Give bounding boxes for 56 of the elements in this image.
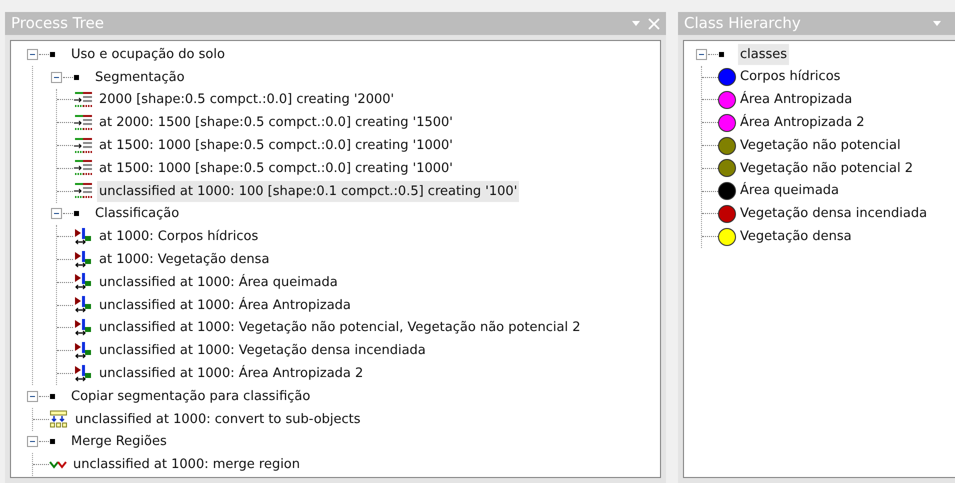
tree-item[interactable]: unclassified at 1000: Área Antropizada bbox=[97, 294, 353, 316]
class-label[interactable]: Vegetação não potencial bbox=[740, 136, 901, 156]
segmentation-icon bbox=[73, 138, 93, 154]
classification-icon bbox=[73, 228, 93, 246]
collapse-toggle[interactable] bbox=[27, 390, 38, 402]
segmentation-icon bbox=[73, 160, 93, 176]
class-label[interactable]: Vegetação não potencial 2 bbox=[740, 158, 913, 178]
collapse-toggle[interactable] bbox=[51, 208, 62, 220]
panel-title: Class Hierarchy bbox=[684, 13, 801, 34]
classification-icon bbox=[73, 318, 93, 337]
tree-item[interactable]: unclassified at 1000: merge region bbox=[71, 454, 302, 476]
tree-item[interactable]: classes bbox=[738, 44, 790, 65]
tree-item[interactable]: unclassified at 1000: convert to sub-objects bbox=[73, 408, 363, 430]
panel-title: Process Tree bbox=[11, 13, 104, 34]
tree-item[interactable]: at 1000: Corpos hídricos bbox=[97, 226, 260, 248]
class-label[interactable]: Corpos hídricos bbox=[740, 67, 840, 87]
tree-item[interactable]: Uso e ocupação do solo bbox=[69, 44, 227, 65]
tree-item[interactable]: at 1500: 1000 [shape:0.5 compct.:0.0] creating '1000' bbox=[97, 135, 455, 156]
tree-item[interactable]: Segmentação bbox=[93, 66, 187, 88]
segmentation-icon bbox=[73, 92, 93, 108]
tree-item[interactable]: at 2000: 1500 [shape:0.5 compct.:0.0] creating '1500' bbox=[97, 112, 455, 134]
classification-icon bbox=[73, 364, 93, 383]
class-label[interactable]: Área Antropizada bbox=[740, 90, 852, 110]
class-label[interactable]: Vegetação densa incendiada bbox=[740, 204, 928, 224]
tree-item[interactable]: at 1000: Vegetação densa bbox=[97, 249, 272, 270]
tree-item[interactable]: Copiar segmentação para classifição bbox=[69, 386, 312, 407]
convert-icon bbox=[49, 410, 69, 428]
class-label[interactable]: Área queimada bbox=[740, 181, 839, 201]
tree-item[interactable]: Classificação bbox=[93, 203, 182, 224]
collapse-toggle[interactable] bbox=[27, 436, 38, 448]
tree-item[interactable]: unclassified at 1000: Área Antropizada 2 bbox=[97, 363, 366, 384]
classification-icon bbox=[73, 296, 93, 314]
classification-icon bbox=[73, 273, 93, 292]
bullet-icon bbox=[719, 52, 724, 57]
tree-item[interactable]: unclassified at 1000: Área queimada bbox=[97, 272, 340, 293]
class-label[interactable]: Vegetação densa bbox=[740, 227, 852, 247]
bullet-icon bbox=[74, 74, 79, 80]
bullet-icon bbox=[74, 211, 79, 216]
merge-icon bbox=[49, 460, 67, 470]
segmentation-icon bbox=[73, 114, 93, 131]
bullet-icon bbox=[50, 52, 55, 57]
bullet-icon bbox=[50, 439, 55, 444]
tree-item[interactable]: at 1500: 1000 [shape:0.5 compct.:0.0] creating '1000' bbox=[97, 158, 455, 179]
segmentation-icon bbox=[73, 183, 93, 200]
collapse-toggle[interactable] bbox=[27, 48, 38, 60]
tree-item[interactable]: 2000 [shape:0.5 compct.:0.0] creating '2000' bbox=[97, 89, 396, 110]
collapse-toggle[interactable] bbox=[51, 72, 62, 83]
tree-item[interactable]: unclassified at 1000: Vegetação não potencial, Vegetação não potencial 2 bbox=[97, 317, 583, 338]
tree-item[interactable]: unclassified at 1000: Vegetação densa incendiada bbox=[97, 340, 428, 362]
classification-icon bbox=[73, 250, 93, 269]
classification-icon bbox=[73, 342, 93, 360]
collapse-toggle[interactable] bbox=[696, 48, 707, 60]
bullet-icon bbox=[50, 394, 55, 399]
class-label[interactable]: Área Antropizada 2 bbox=[740, 113, 865, 133]
tree-item[interactable]: Merge Regiões bbox=[69, 431, 169, 452]
tree-item[interactable]: unclassified at 1000: 100 [shape:0.1 compct.:0.5] creating '100' bbox=[97, 180, 520, 202]
